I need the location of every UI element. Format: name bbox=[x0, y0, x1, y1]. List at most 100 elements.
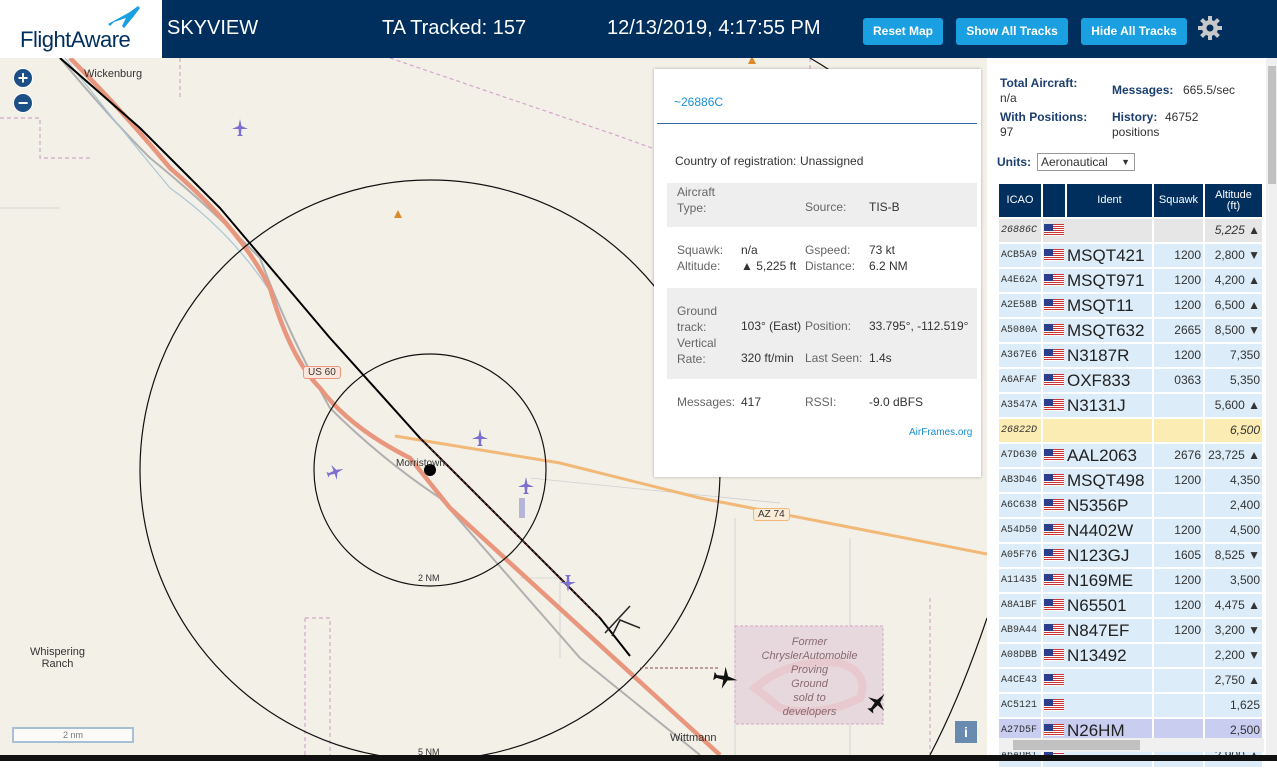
airplane-icon[interactable] bbox=[516, 476, 536, 496]
cell-ident: N65501 bbox=[1065, 594, 1152, 617]
cell-icao: A2E58B bbox=[999, 294, 1041, 317]
cell-altitude: 2,400 bbox=[1205, 494, 1262, 517]
popup-source-label: Source: bbox=[805, 200, 847, 214]
popup-icao-link[interactable]: ~26886C bbox=[674, 95, 723, 109]
table-row[interactable]: A05F76 N123GJ 1605 8,525 ▼ bbox=[999, 543, 1264, 568]
column-header-altitude[interactable]: Altitude (ft) bbox=[1205, 184, 1262, 217]
airplane-icon[interactable] bbox=[864, 690, 890, 716]
table-row[interactable]: A367E6 N3187R 1200 7,350 bbox=[999, 343, 1264, 368]
cell-ident: N847EF bbox=[1065, 619, 1152, 642]
cell-flag bbox=[1043, 544, 1065, 567]
table-row[interactable]: AC5121 1,625 bbox=[999, 693, 1264, 718]
cell-squawk bbox=[1154, 419, 1203, 442]
airplane-icon[interactable] bbox=[558, 573, 578, 593]
table-row[interactable]: A4CE43 2,750 ▲ bbox=[999, 668, 1264, 693]
units-select[interactable]: Aeronautical ▼ bbox=[1037, 153, 1135, 171]
cell-icao: A8A1BF bbox=[999, 594, 1041, 617]
gear-icon[interactable] bbox=[1197, 15, 1223, 41]
reset-map-button[interactable]: Reset Map bbox=[863, 18, 943, 45]
table-row[interactable]: A11435 N169ME 1200 3,500 bbox=[999, 568, 1264, 593]
cell-flag bbox=[1043, 319, 1065, 342]
column-header-ident[interactable]: Ident bbox=[1067, 184, 1152, 217]
table-row[interactable]: 26822D 6,500 bbox=[999, 418, 1264, 443]
vertical-scrollbar-thumb[interactable] bbox=[1268, 66, 1276, 184]
cell-altitude: 2,800 ▼ bbox=[1205, 244, 1262, 267]
airplane-icon[interactable] bbox=[470, 428, 490, 448]
cell-ident: N169ME bbox=[1065, 569, 1152, 592]
popup-messages-value: 417 bbox=[741, 395, 762, 409]
cell-ident: AAL2063 bbox=[1065, 444, 1152, 467]
popup-squawk-value: n/a bbox=[741, 243, 758, 257]
zoom-in-button[interactable]: + bbox=[13, 68, 33, 88]
cell-flag bbox=[1043, 244, 1065, 267]
cell-altitude: 6,500 bbox=[1205, 419, 1262, 442]
horizontal-scrollbar-thumb[interactable] bbox=[1013, 740, 1140, 750]
cell-squawk: 1200 bbox=[1154, 594, 1203, 617]
cell-squawk bbox=[1154, 669, 1203, 692]
cell-icao: A3547A bbox=[999, 394, 1041, 417]
cell-flag bbox=[1043, 519, 1065, 542]
popup-last-seen-value: 1.4s bbox=[869, 351, 892, 365]
cell-icao: ACB5A9 bbox=[999, 244, 1041, 267]
total-aircraft-label: Total Aircraft: bbox=[1000, 76, 1078, 90]
zoom-out-button[interactable]: − bbox=[13, 93, 33, 113]
table-row[interactable]: A6C638 N5356P 2,400 bbox=[999, 493, 1264, 518]
chevron-down-icon: ▼ bbox=[1121, 157, 1130, 167]
cell-flag bbox=[1043, 294, 1065, 317]
column-header-squawk[interactable]: Squawk bbox=[1154, 184, 1203, 217]
cell-ident bbox=[1065, 694, 1152, 717]
cell-ident bbox=[1065, 669, 1152, 692]
table-row[interactable]: A8A1BF N65501 1200 4,475 ▲ bbox=[999, 593, 1264, 618]
cell-squawk: 1200 bbox=[1154, 344, 1203, 367]
table-row[interactable]: A3547A N3131J 5,600 ▲ bbox=[999, 393, 1264, 418]
cell-altitude: 4,475 ▲ bbox=[1205, 594, 1262, 617]
messages-label: Messages: bbox=[1112, 83, 1174, 97]
table-row[interactable]: AB9A44 N847EF 1200 3,200 ▼ bbox=[999, 618, 1264, 643]
table-row[interactable]: A5080A MSQT632 2665 8,500 ▼ bbox=[999, 318, 1264, 343]
flightaware-logo[interactable]: FlightAware bbox=[0, 0, 162, 58]
cell-flag bbox=[1043, 444, 1065, 467]
popup-rssi-label: RSSI: bbox=[805, 395, 837, 409]
airframes-link[interactable]: AirFrames.org bbox=[909, 427, 972, 438]
table-row[interactable]: A08DBB N13492 2,200 ▼ bbox=[999, 643, 1264, 668]
popup-squawk-label: Squawk: bbox=[677, 243, 724, 257]
popup-gspeed-label: Gspeed: bbox=[805, 243, 851, 257]
total-aircraft-value: n/a bbox=[1000, 91, 1017, 105]
hide-all-tracks-button[interactable]: Hide All Tracks bbox=[1081, 18, 1187, 45]
cell-ident: MSQT11 bbox=[1065, 294, 1152, 317]
airplane-icon[interactable] bbox=[325, 462, 345, 482]
cell-ident: N123GJ bbox=[1065, 544, 1152, 567]
table-row[interactable]: A2E58B MSQT11 1200 6,500 ▲ bbox=[999, 293, 1264, 318]
popup-distance-label: Distance: bbox=[805, 259, 856, 273]
cell-icao: 26822D bbox=[999, 419, 1041, 442]
messages-value: 665.5/sec bbox=[1183, 83, 1236, 97]
table-row[interactable]: A54D50 N4402W 1200 4,500 bbox=[999, 518, 1264, 543]
show-all-tracks-button[interactable]: Show All Tracks bbox=[956, 18, 1068, 45]
table-row[interactable]: A4E62A MSQT971 1200 4,200 ▲ bbox=[999, 268, 1264, 293]
map-label-morristown: Morristown bbox=[396, 458, 445, 469]
cell-altitude: 5,350 bbox=[1205, 369, 1262, 392]
cell-icao: AB3D46 bbox=[999, 469, 1041, 492]
table-row[interactable]: 26886C 5,225 ▲ bbox=[999, 218, 1264, 243]
cell-icao: A11435 bbox=[999, 569, 1041, 592]
datetime: 12/13/2019, 4:17:55 PM bbox=[607, 17, 821, 39]
column-header-icao[interactable]: ICAO bbox=[999, 184, 1041, 217]
column-header-flag[interactable] bbox=[1043, 184, 1065, 217]
info-button[interactable]: i bbox=[955, 721, 977, 743]
cell-flag bbox=[1043, 394, 1065, 417]
taskbar-strip bbox=[0, 755, 1277, 761]
airplane-icon[interactable] bbox=[711, 664, 739, 692]
table-row[interactable]: A7D630 AAL2063 2676 23,725 ▲ bbox=[999, 443, 1264, 468]
airplane-icon[interactable] bbox=[230, 118, 250, 138]
table-row[interactable]: AB3D46 MSQT498 1200 4,350 bbox=[999, 468, 1264, 493]
aircraft-info-popup: ~26886C Country of registration: Unassig… bbox=[654, 69, 981, 477]
map-label-us60: US 60 bbox=[303, 366, 341, 379]
table-row[interactable]: ACB5A9 MSQT421 1200 2,800 ▼ bbox=[999, 243, 1264, 268]
top-header: FlightAware SKYVIEW TA Tracked: 157 12/1… bbox=[0, 0, 1277, 58]
cell-squawk: 1200 bbox=[1154, 569, 1203, 592]
cell-flag bbox=[1043, 569, 1065, 592]
map-canvas[interactable]: + − Wickenburg Morristown Whispering Ran… bbox=[0, 58, 987, 755]
table-row[interactable]: A6AFAF OXF833 0363 5,350 bbox=[999, 368, 1264, 393]
cell-altitude: 5,225 ▲ bbox=[1205, 219, 1262, 242]
cell-icao: A367E6 bbox=[999, 344, 1041, 367]
